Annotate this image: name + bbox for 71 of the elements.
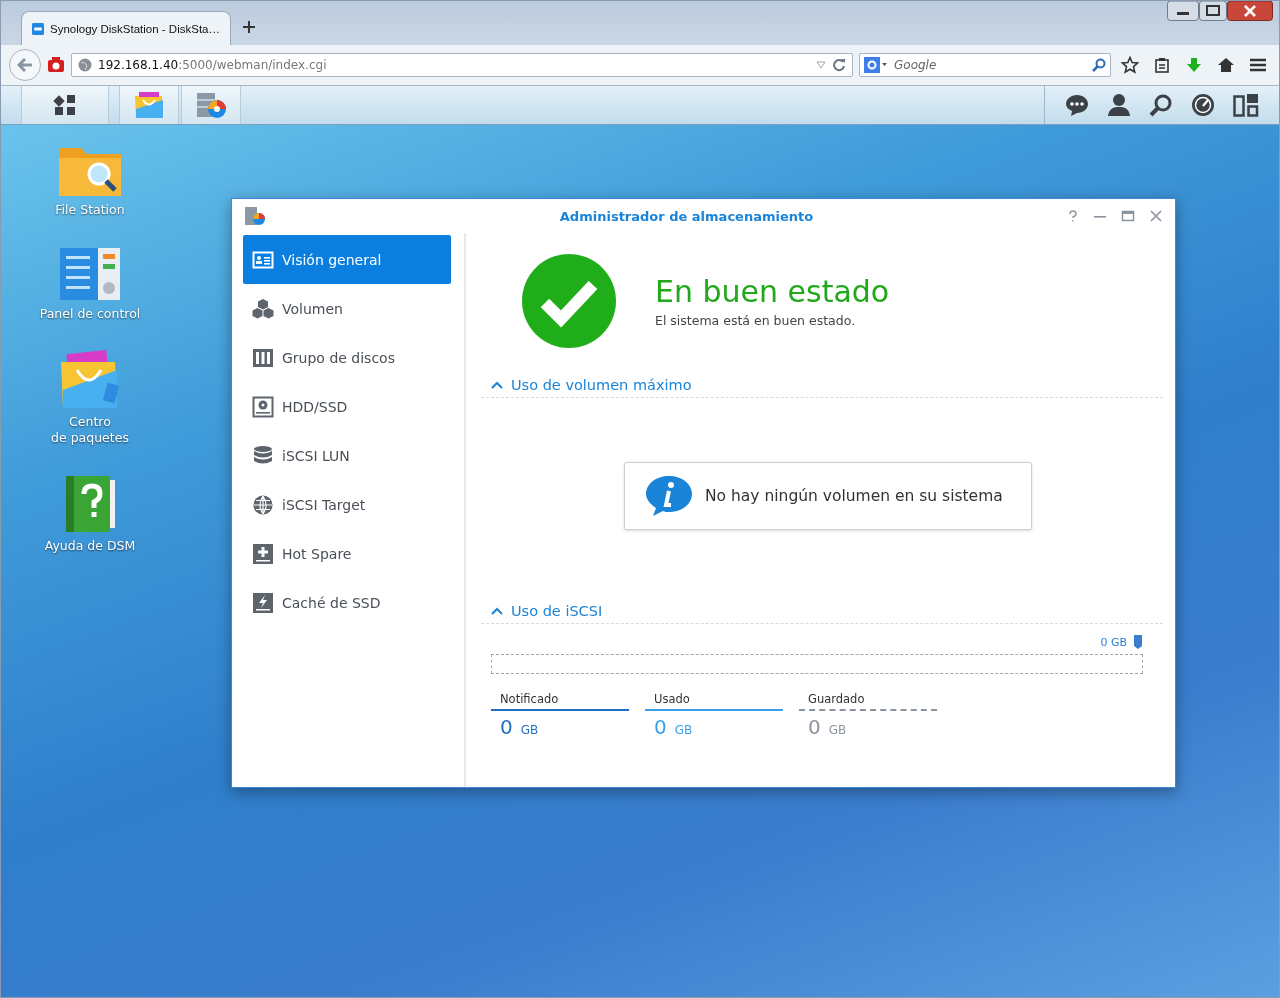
- caret-icon[interactable]: [491, 381, 503, 389]
- caret-icon[interactable]: [491, 607, 503, 615]
- close-icon[interactable]: [1227, 1, 1273, 21]
- dsm-logo-icon: [32, 20, 44, 37]
- sidebar-item[interactable]: Hot Spare: [243, 529, 451, 578]
- help-icon[interactable]: [1067, 210, 1079, 222]
- legend-label: Guardado: [807, 692, 866, 708]
- sidebar-item[interactable]: HDD/SSD: [243, 382, 451, 431]
- reload-icon[interactable]: [832, 58, 846, 72]
- cubes-icon: [252, 297, 274, 320]
- legend-value: 0: [654, 715, 667, 739]
- camera-icon[interactable]: [47, 57, 65, 73]
- legend-value: 0: [808, 715, 821, 739]
- window-title: Administrador de almacenamiento: [558, 208, 815, 224]
- search-input[interactable]: Google: [892, 57, 1088, 73]
- user-icon[interactable]: [1107, 93, 1131, 117]
- gauge-icon[interactable]: [1191, 93, 1215, 117]
- info-icon: [645, 474, 693, 517]
- clipboard-icon[interactable]: [1154, 57, 1170, 73]
- checkmark-icon: [521, 253, 617, 349]
- browser-tab[interactable]: Synology DiskStation - DiskSta…: [21, 11, 231, 45]
- search-icon[interactable]: [1149, 93, 1173, 117]
- hard-drive-icon: [252, 395, 274, 418]
- minimize-icon[interactable]: [1167, 1, 1199, 21]
- globe-icon: [252, 493, 274, 516]
- storage-chart-icon: [195, 91, 227, 119]
- storage-manager-button[interactable]: [181, 86, 241, 124]
- sidebar-item[interactable]: iSCSI LUN: [243, 431, 451, 480]
- star-icon[interactable]: [1121, 56, 1139, 74]
- widgets-icon[interactable]: [1233, 93, 1259, 117]
- back-button[interactable]: [9, 49, 41, 81]
- globe-icon: [78, 58, 92, 72]
- status-title: En buen estado: [655, 274, 890, 309]
- grid-icon: [53, 93, 77, 117]
- back-arrow-icon: [17, 58, 33, 72]
- sidebar-item[interactable]: Caché de SSD: [243, 578, 451, 627]
- legend-unit: GB: [828, 723, 847, 737]
- control-panel-icon[interactable]: [58, 246, 122, 302]
- sidebar-item[interactable]: iSCSI Target: [243, 480, 451, 529]
- menu-icon[interactable]: [1249, 57, 1267, 73]
- storage-chart-icon: [244, 206, 266, 226]
- shopping-bag-icon: [134, 91, 164, 119]
- package-center-button[interactable]: [119, 86, 179, 124]
- capacity-label: 0 GB: [1100, 635, 1127, 649]
- sidebar-item[interactable]: Visión general: [243, 235, 451, 284]
- sidebar-item[interactable]: Volumen: [243, 284, 451, 333]
- main-menu-button[interactable]: [21, 86, 109, 124]
- address-bar[interactable]: 192.168.1.40:5000/webman/index.cgi: [71, 53, 853, 77]
- shopping-bag-icon[interactable]: [59, 350, 121, 410]
- search-bar[interactable]: Google: [859, 53, 1111, 77]
- legend-label: Usado: [653, 692, 691, 708]
- section-title[interactable]: Uso de iSCSI: [511, 603, 603, 619]
- home-icon[interactable]: [1217, 57, 1235, 73]
- legend-value: 0: [500, 715, 513, 739]
- chat-icon[interactable]: [1065, 94, 1089, 116]
- status-message: El sistema está en buen estado.: [655, 313, 857, 328]
- section-title[interactable]: Uso de volumen máximo: [511, 377, 692, 393]
- maximize-icon[interactable]: [1199, 1, 1227, 21]
- legend-label: Notificado: [499, 692, 560, 708]
- plus-drive-icon: [252, 542, 274, 565]
- marker-icon: [1133, 634, 1143, 650]
- info-message: No hay ningún volumen en su sistema: [705, 486, 1003, 505]
- sidebar-item[interactable]: Grupo de discos: [243, 333, 451, 382]
- disk-group-icon: [252, 346, 274, 369]
- legend-unit: GB: [674, 723, 693, 737]
- search-engine-icon[interactable]: [864, 57, 888, 73]
- search-icon[interactable]: [1092, 58, 1106, 72]
- legend-unit: GB: [520, 723, 539, 737]
- download-icon[interactable]: [1186, 57, 1202, 73]
- url-text: 192.168.1.40:5000/webman/index.cgi: [98, 58, 328, 72]
- lightning-drive-icon: [252, 591, 274, 614]
